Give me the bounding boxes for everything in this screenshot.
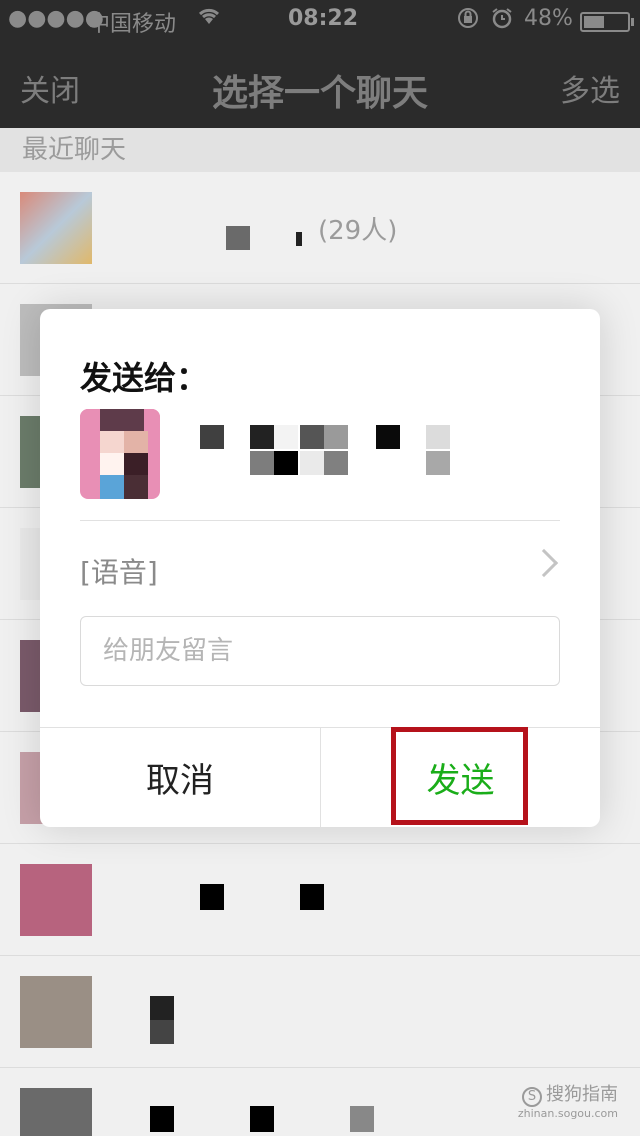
watermark-title: 搜狗指南	[546, 1084, 618, 1105]
message-preview: [语音]	[80, 556, 158, 589]
send-dialog: 发送给： [语音] 取消 发送	[40, 309, 600, 827]
recipient-avatar	[80, 409, 160, 499]
message-input[interactable]	[80, 616, 560, 686]
watermark: S 搜狗指南 zhinan.sogou.com	[518, 1080, 618, 1120]
chevron-right-icon[interactable]	[529, 548, 559, 578]
send-button[interactable]: 发送	[321, 728, 600, 827]
dialog-title: 发送给：	[80, 359, 209, 397]
watermark-url: zhinan.sogou.com	[517, 1107, 618, 1120]
dialog-divider	[80, 520, 560, 521]
cancel-button[interactable]: 取消	[40, 728, 320, 827]
recipient-name-censored	[200, 425, 460, 477]
sogou-logo-icon: S	[522, 1087, 542, 1107]
